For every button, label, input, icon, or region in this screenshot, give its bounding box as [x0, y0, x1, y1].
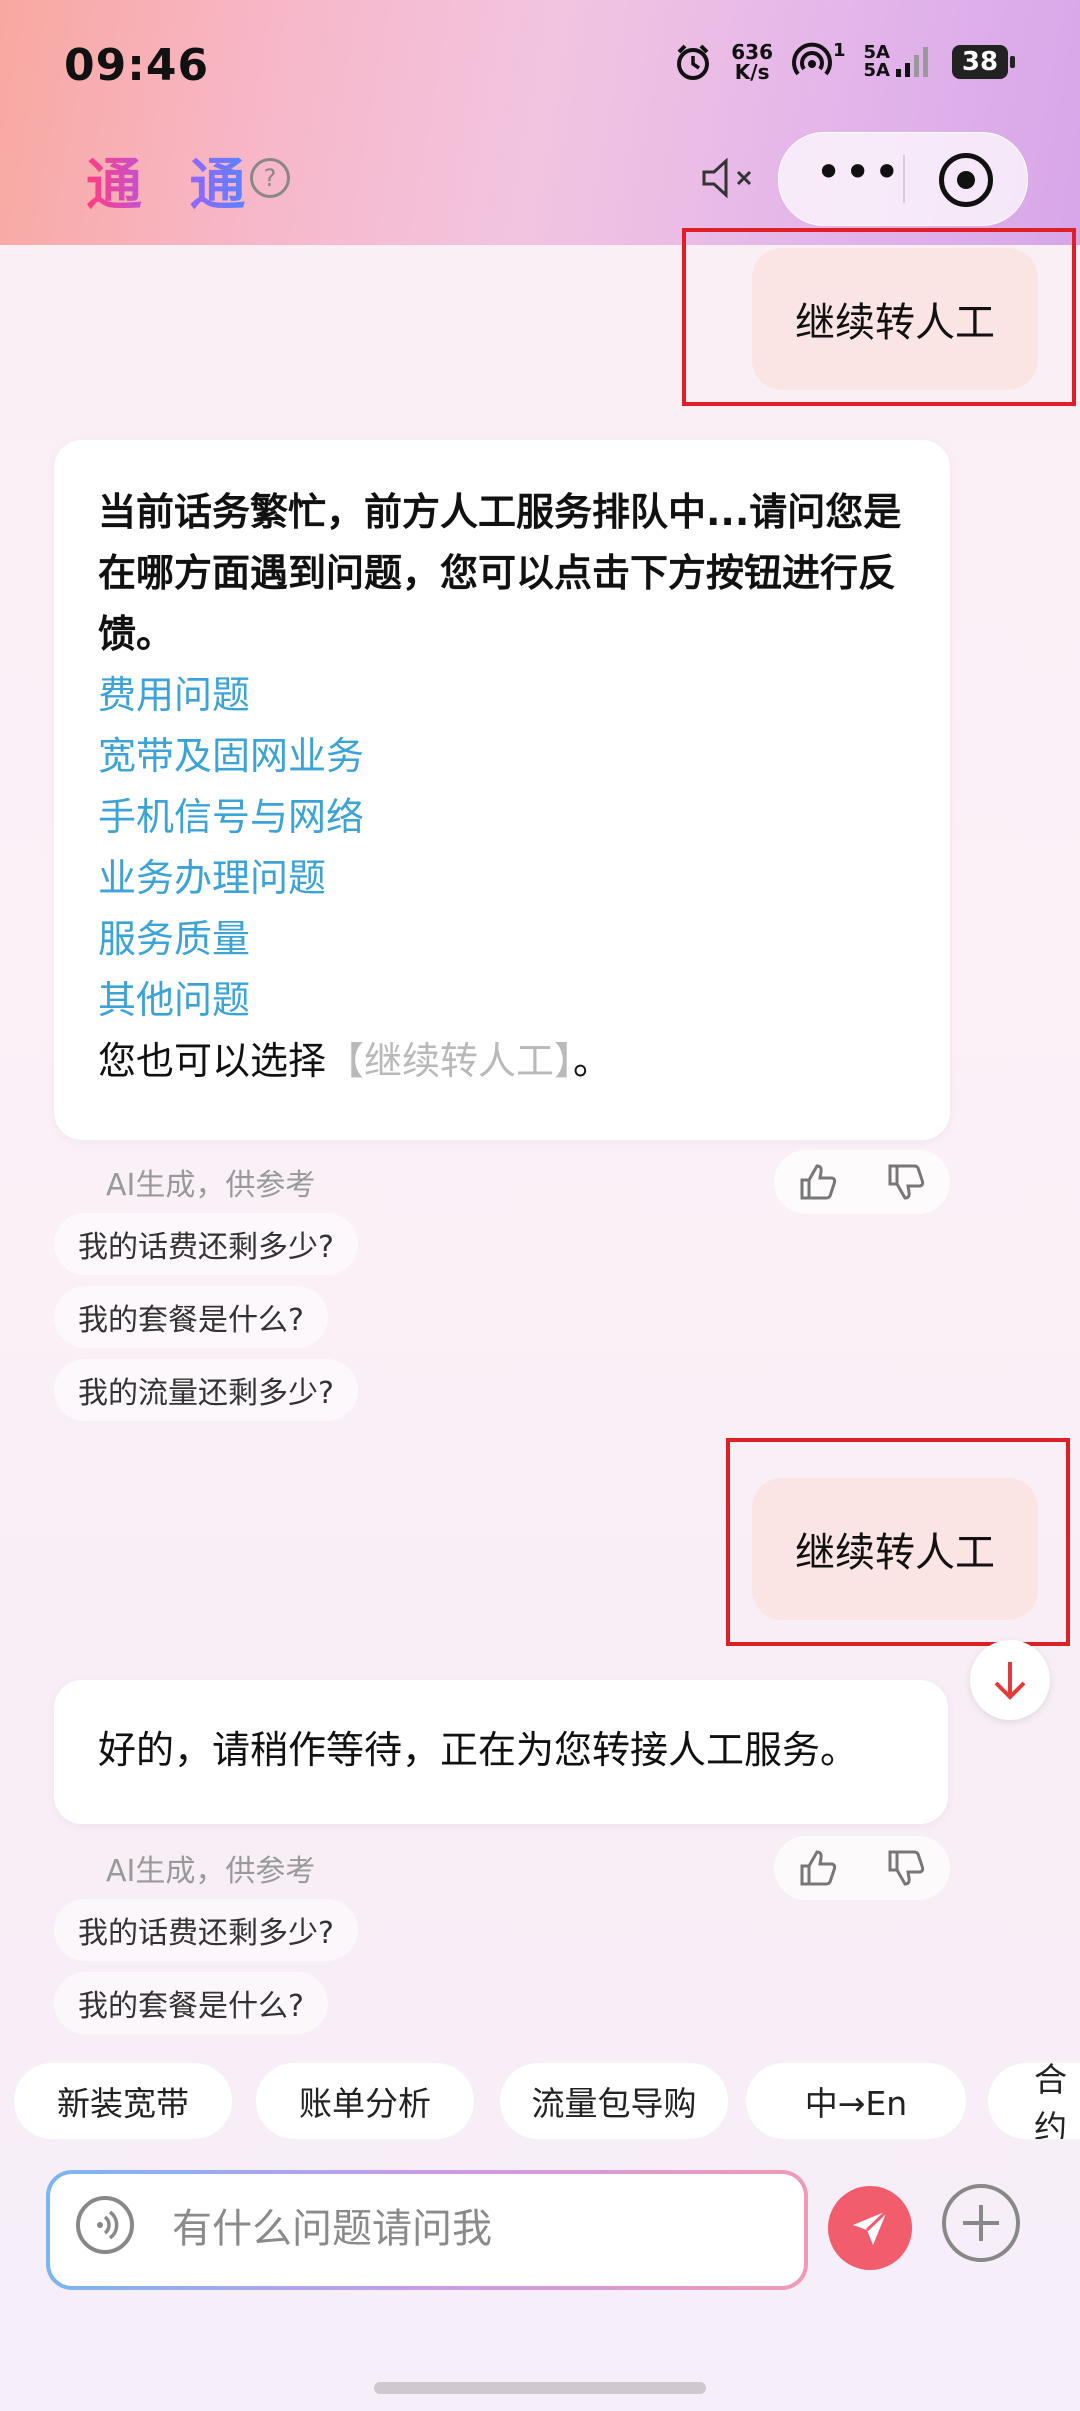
quick-chip[interactable]: 流量包导购	[500, 2063, 728, 2139]
add-button[interactable]	[942, 2184, 1020, 2262]
network-speed-value: 636	[731, 40, 773, 64]
arrow-down-icon	[994, 1662, 1026, 1700]
miniapp-capsule: •••	[778, 132, 1028, 226]
message-input-bar	[46, 2170, 808, 2290]
sim2-label: 5A	[863, 60, 890, 81]
bot-message-card: 好的，请稍作等待，正在为您转接人工服务。	[54, 1680, 948, 1824]
suggested-question[interactable]: 我的话费还剩多少?	[54, 1213, 358, 1275]
network-speed-unit: K/s	[734, 60, 770, 84]
highlight-box	[726, 1438, 1070, 1646]
plus-icon	[963, 2205, 999, 2241]
status-time: 09:46	[64, 40, 210, 91]
hotspot-count: 1	[833, 40, 846, 61]
quick-chips-row: 新装宽带 账单分析 流量包导购 中→En 合约	[0, 2063, 1080, 2143]
app-title: 通 通	[86, 140, 260, 221]
target-icon[interactable]	[939, 153, 993, 207]
option-link-business[interactable]: 业务办理问题	[98, 848, 928, 909]
suggested-question[interactable]: 我的套餐是什么?	[54, 1286, 328, 1348]
feedback-buttons	[774, 1836, 950, 1900]
voice-input-icon[interactable]	[76, 2196, 134, 2254]
outro-suffix: 。	[573, 1039, 612, 1083]
send-button[interactable]	[828, 2186, 912, 2270]
sim-labels: 5A 5A	[864, 44, 890, 80]
quick-chip[interactable]: 账单分析	[256, 2063, 474, 2139]
mute-icon[interactable]	[700, 156, 760, 200]
signal-bars-icon	[896, 47, 928, 77]
outro-prefix: 您也可以选择	[98, 1039, 327, 1083]
app-header: 09:46 636 K/s 1 5A 5A 38 通 通 ? •••	[0, 0, 1080, 245]
option-link-other[interactable]: 其他问题	[98, 970, 928, 1031]
option-link-broadband[interactable]: 宽带及固网业务	[98, 726, 928, 787]
status-bar: 09:46 636 K/s 1 5A 5A 38	[0, 0, 1080, 130]
hotspot-icon	[792, 42, 832, 76]
help-icon[interactable]: ?	[250, 158, 290, 198]
option-link-service-quality[interactable]: 服务质量	[98, 909, 928, 970]
signal: 5A 5A	[864, 43, 934, 81]
send-icon	[853, 2209, 889, 2245]
option-link-signal[interactable]: 手机信号与网络	[98, 787, 928, 848]
bot-message-text: 好的，请稍作等待，正在为您转接人工服务。	[98, 1728, 859, 1772]
network-speed: 636 K/s	[731, 42, 773, 82]
suggested-question[interactable]: 我的套餐是什么?	[54, 1972, 328, 2034]
bot-message-card: 当前话务繁忙，前方人工服务排队中...请问您是在哪方面遇到问题，您可以点击下方按…	[54, 440, 950, 1140]
capsule-divider	[903, 155, 905, 203]
thumbs-up-icon[interactable]	[796, 1846, 840, 1890]
continue-human-link[interactable]: 【继续转人工】	[326, 1039, 573, 1083]
alarm-icon	[677, 44, 710, 80]
scroll-down-button[interactable]	[970, 1640, 1050, 1720]
hotspot: 1	[791, 42, 846, 82]
message-input[interactable]	[170, 2198, 774, 2260]
ai-generated-note: AI生成，供参考	[106, 1854, 316, 1889]
thumbs-up-icon[interactable]	[796, 1160, 840, 1204]
thumbs-down-icon[interactable]	[884, 1160, 928, 1204]
suggested-question[interactable]: 我的流量还剩多少?	[54, 1359, 358, 1421]
home-indicator[interactable]	[374, 2382, 706, 2394]
bot-message-outro: 您也可以选择【继续转人工】。	[98, 1031, 928, 1092]
thumbs-down-icon[interactable]	[884, 1846, 928, 1890]
highlight-box	[682, 228, 1076, 406]
feedback-buttons	[774, 1150, 950, 1214]
status-icons: 636 K/s 1 5A 5A 38	[673, 42, 1015, 82]
quick-chip[interactable]: 新装宽带	[14, 2063, 232, 2139]
battery-indicator: 38	[952, 45, 1015, 79]
ai-generated-note: AI生成，供参考	[106, 1168, 316, 1203]
suggested-question[interactable]: 我的话费还剩多少?	[54, 1899, 358, 1961]
bot-message-intro: 当前话务繁忙，前方人工服务排队中...请问您是在哪方面遇到问题，您可以点击下方按…	[98, 490, 902, 656]
quick-chip[interactable]: 中→En	[746, 2063, 966, 2139]
quick-chip[interactable]: 合约	[988, 2063, 1080, 2139]
bot-message-body: 当前话务繁忙，前方人工服务排队中...请问您是在哪方面遇到问题，您可以点击下方按…	[98, 482, 928, 1092]
more-dots-icon[interactable]: •••	[815, 149, 900, 201]
option-link-fee[interactable]: 费用问题	[98, 665, 928, 726]
